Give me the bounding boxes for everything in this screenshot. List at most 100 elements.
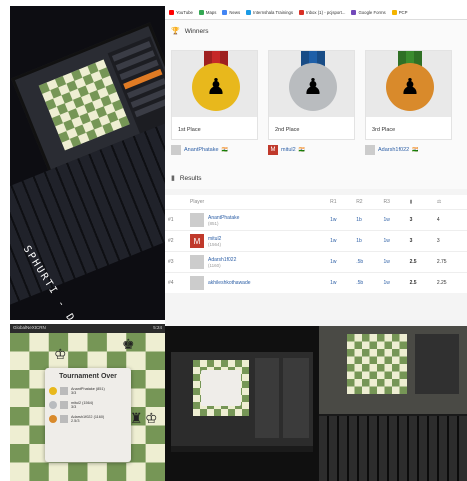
tiebreak-cell: 2.75 bbox=[433, 251, 467, 273]
flag-icon: 🇮🇳 bbox=[221, 147, 228, 153]
player-name[interactable]: mitul2 bbox=[208, 236, 221, 242]
player-cell: AnantPhatake (851) bbox=[187, 209, 328, 231]
player-name[interactable]: akhileshkothawade bbox=[208, 280, 251, 286]
bookmark-icon bbox=[198, 10, 204, 15]
player-cell: akhileshkothawade bbox=[187, 272, 328, 293]
bookmark-label: Internshala Trainings bbox=[253, 10, 294, 15]
scale-icon: ⚖ bbox=[436, 199, 442, 205]
bookmark-icon bbox=[169, 10, 174, 15]
side-panel bbox=[415, 334, 459, 394]
round-1-cell[interactable]: 1w bbox=[327, 230, 354, 252]
side-panel bbox=[283, 358, 309, 438]
bookmark-label: News bbox=[229, 10, 241, 15]
winner-card: ♟ 3rd Place Adarsh1f022 🇮🇳 bbox=[365, 50, 452, 167]
flag-icon: 🇮🇳 bbox=[412, 147, 419, 153]
round-3-cell[interactable]: 1w bbox=[380, 209, 407, 231]
bookmarks-bar: YouTube Maps News Internshala Trainings Inbo… bbox=[165, 6, 467, 20]
table-row[interactable]: #3 Adarsh1f022 (1160) 1w .5b 1w 2.5 2.75 bbox=[165, 251, 467, 273]
bookmark-item[interactable]: PCP bbox=[391, 10, 408, 15]
round-2-cell[interactable]: 1b bbox=[353, 230, 381, 252]
player-rating: (1160) bbox=[208, 262, 221, 268]
player-cell: Mmitul2 (1564) bbox=[187, 230, 328, 252]
round-1-cell[interactable]: 1w bbox=[327, 251, 354, 273]
taskbar bbox=[171, 446, 313, 452]
winner-name[interactable]: AnantPhatake 🇮🇳 bbox=[171, 145, 258, 155]
phone-status-bar: GlobalNeXtCRN 5:24 bbox=[10, 324, 165, 333]
round-2-cell[interactable]: 1b bbox=[353, 209, 381, 231]
round-2-cell[interactable]: .5b bbox=[353, 272, 381, 293]
player-name[interactable]: Adarsh1f022 bbox=[208, 257, 236, 263]
phone-screenshot: GlobalNeXtCRN 5:24 ♔ ♚ ♜ ♔ Tournament Ov… bbox=[10, 324, 165, 481]
avatar: M bbox=[190, 234, 204, 248]
round-1-cell[interactable]: 1w bbox=[327, 272, 354, 293]
monitor-screen bbox=[171, 352, 313, 452]
table-header-row: Player R1 R2 R3 ▮ ⚖ bbox=[165, 195, 467, 210]
winner-name[interactable]: Adarsh1f022 🇮🇳 bbox=[365, 145, 452, 155]
round-1-cell[interactable]: 1w bbox=[327, 209, 354, 231]
rank-cell: #3 bbox=[165, 251, 187, 273]
entry-score: 2.5/3 bbox=[71, 419, 80, 423]
bookmark-item[interactable]: News bbox=[222, 10, 240, 15]
round-2-cell[interactable]: .5b bbox=[353, 251, 381, 273]
player-cell: Adarsh1f022 (1160) bbox=[187, 251, 328, 273]
avatar bbox=[190, 213, 204, 227]
round-3-cell[interactable]: 1w bbox=[380, 272, 407, 293]
rank-cell: #4 bbox=[165, 272, 187, 293]
bookmark-item[interactable]: Google Forms bbox=[351, 10, 386, 15]
winner-username: mitul2 bbox=[281, 147, 296, 153]
rank-cell: #2 bbox=[165, 230, 187, 252]
rook-piece-icon: ♜ bbox=[130, 410, 143, 426]
avatar bbox=[60, 387, 68, 395]
results-table: Player R1 R2 R3 ▮ ⚖ #1 AnantPhatake (851) 1… bbox=[165, 195, 467, 293]
points-cell: 3 bbox=[406, 230, 434, 252]
table-row[interactable]: #1 AnantPhatake (851) 1w 1b 1w 3 4 bbox=[165, 209, 467, 231]
medal-icon bbox=[49, 401, 57, 409]
bookmark-icon bbox=[222, 10, 228, 15]
entry-score: 3/3 bbox=[71, 391, 77, 395]
bookmark-item[interactable]: Inbox (1) - pcjsport... bbox=[299, 10, 345, 15]
r3-header: R3 bbox=[383, 199, 390, 205]
laptop-photo: SPHURTI - DAY 3 bbox=[10, 6, 165, 320]
chess-board-image bbox=[347, 334, 407, 394]
winner-card: ♟ 1st Place AnantPhatake 🇮🇳 bbox=[171, 50, 258, 167]
winners-title: Winners bbox=[184, 27, 209, 35]
tiebreak-cell: 2.25 bbox=[433, 272, 467, 293]
bookmark-icon bbox=[391, 10, 397, 15]
tournament-over-dialog[interactable]: Tournament Over AnantPhatake (851) 3/3 mit… bbox=[45, 368, 131, 462]
avatar bbox=[171, 145, 181, 155]
player-header: Player bbox=[190, 199, 205, 205]
bookmark-label: Inbox (1) - pcjsport... bbox=[306, 10, 346, 15]
bar-chart-icon: ▮ bbox=[171, 175, 175, 182]
points-cell: 2.5 bbox=[406, 272, 434, 293]
avatar bbox=[60, 415, 68, 423]
points-header: ▮ bbox=[407, 195, 434, 210]
bookmark-icon bbox=[246, 10, 252, 15]
winners-header: 🏆 Winners bbox=[165, 20, 467, 42]
medal-card: ♟ 3rd Place bbox=[365, 50, 452, 140]
points-cell: 2.5 bbox=[406, 251, 434, 273]
bookmark-item[interactable]: Internshala Trainings bbox=[246, 10, 293, 15]
place-label: 1st Place bbox=[178, 127, 201, 133]
bookmark-item[interactable]: Maps bbox=[198, 10, 216, 15]
tiebreak-cell: 4 bbox=[433, 209, 467, 231]
laptop-keyboard bbox=[319, 416, 467, 481]
player-name[interactable]: AnantPhatake bbox=[208, 215, 239, 221]
medal-card: ♟ 1st Place bbox=[171, 50, 258, 140]
round-3-cell[interactable]: 1w bbox=[380, 230, 407, 252]
list-item: mitul2 (1564) 3/3 bbox=[45, 398, 131, 412]
table-row[interactable]: #4 akhileshkothawade 1w .5b 1w 2.5 2.25 bbox=[165, 272, 467, 293]
winner-name[interactable]: Mmitul2 🇮🇳 bbox=[268, 145, 355, 155]
status-time: 5:24 bbox=[153, 325, 162, 330]
list-item: AnantPhatake (851) 3/3 bbox=[45, 384, 131, 398]
bookmark-item[interactable]: YouTube bbox=[169, 10, 193, 15]
winner-username: AnantPhatake bbox=[184, 147, 219, 153]
points-cell: 3 bbox=[406, 209, 434, 231]
table-row[interactable]: #2 Mmitul2 (1564) 1w 1b 1w 3 3 bbox=[165, 230, 467, 252]
medal-icon: ♟ bbox=[289, 63, 337, 111]
bookmark-icon bbox=[351, 10, 357, 15]
place-label: 2nd Place bbox=[275, 127, 300, 133]
round-3-cell[interactable]: 1w bbox=[380, 251, 407, 273]
king-piece-icon: ♔ bbox=[54, 346, 67, 362]
side-panel bbox=[255, 358, 279, 438]
medal-icon: ♟ bbox=[386, 63, 434, 111]
